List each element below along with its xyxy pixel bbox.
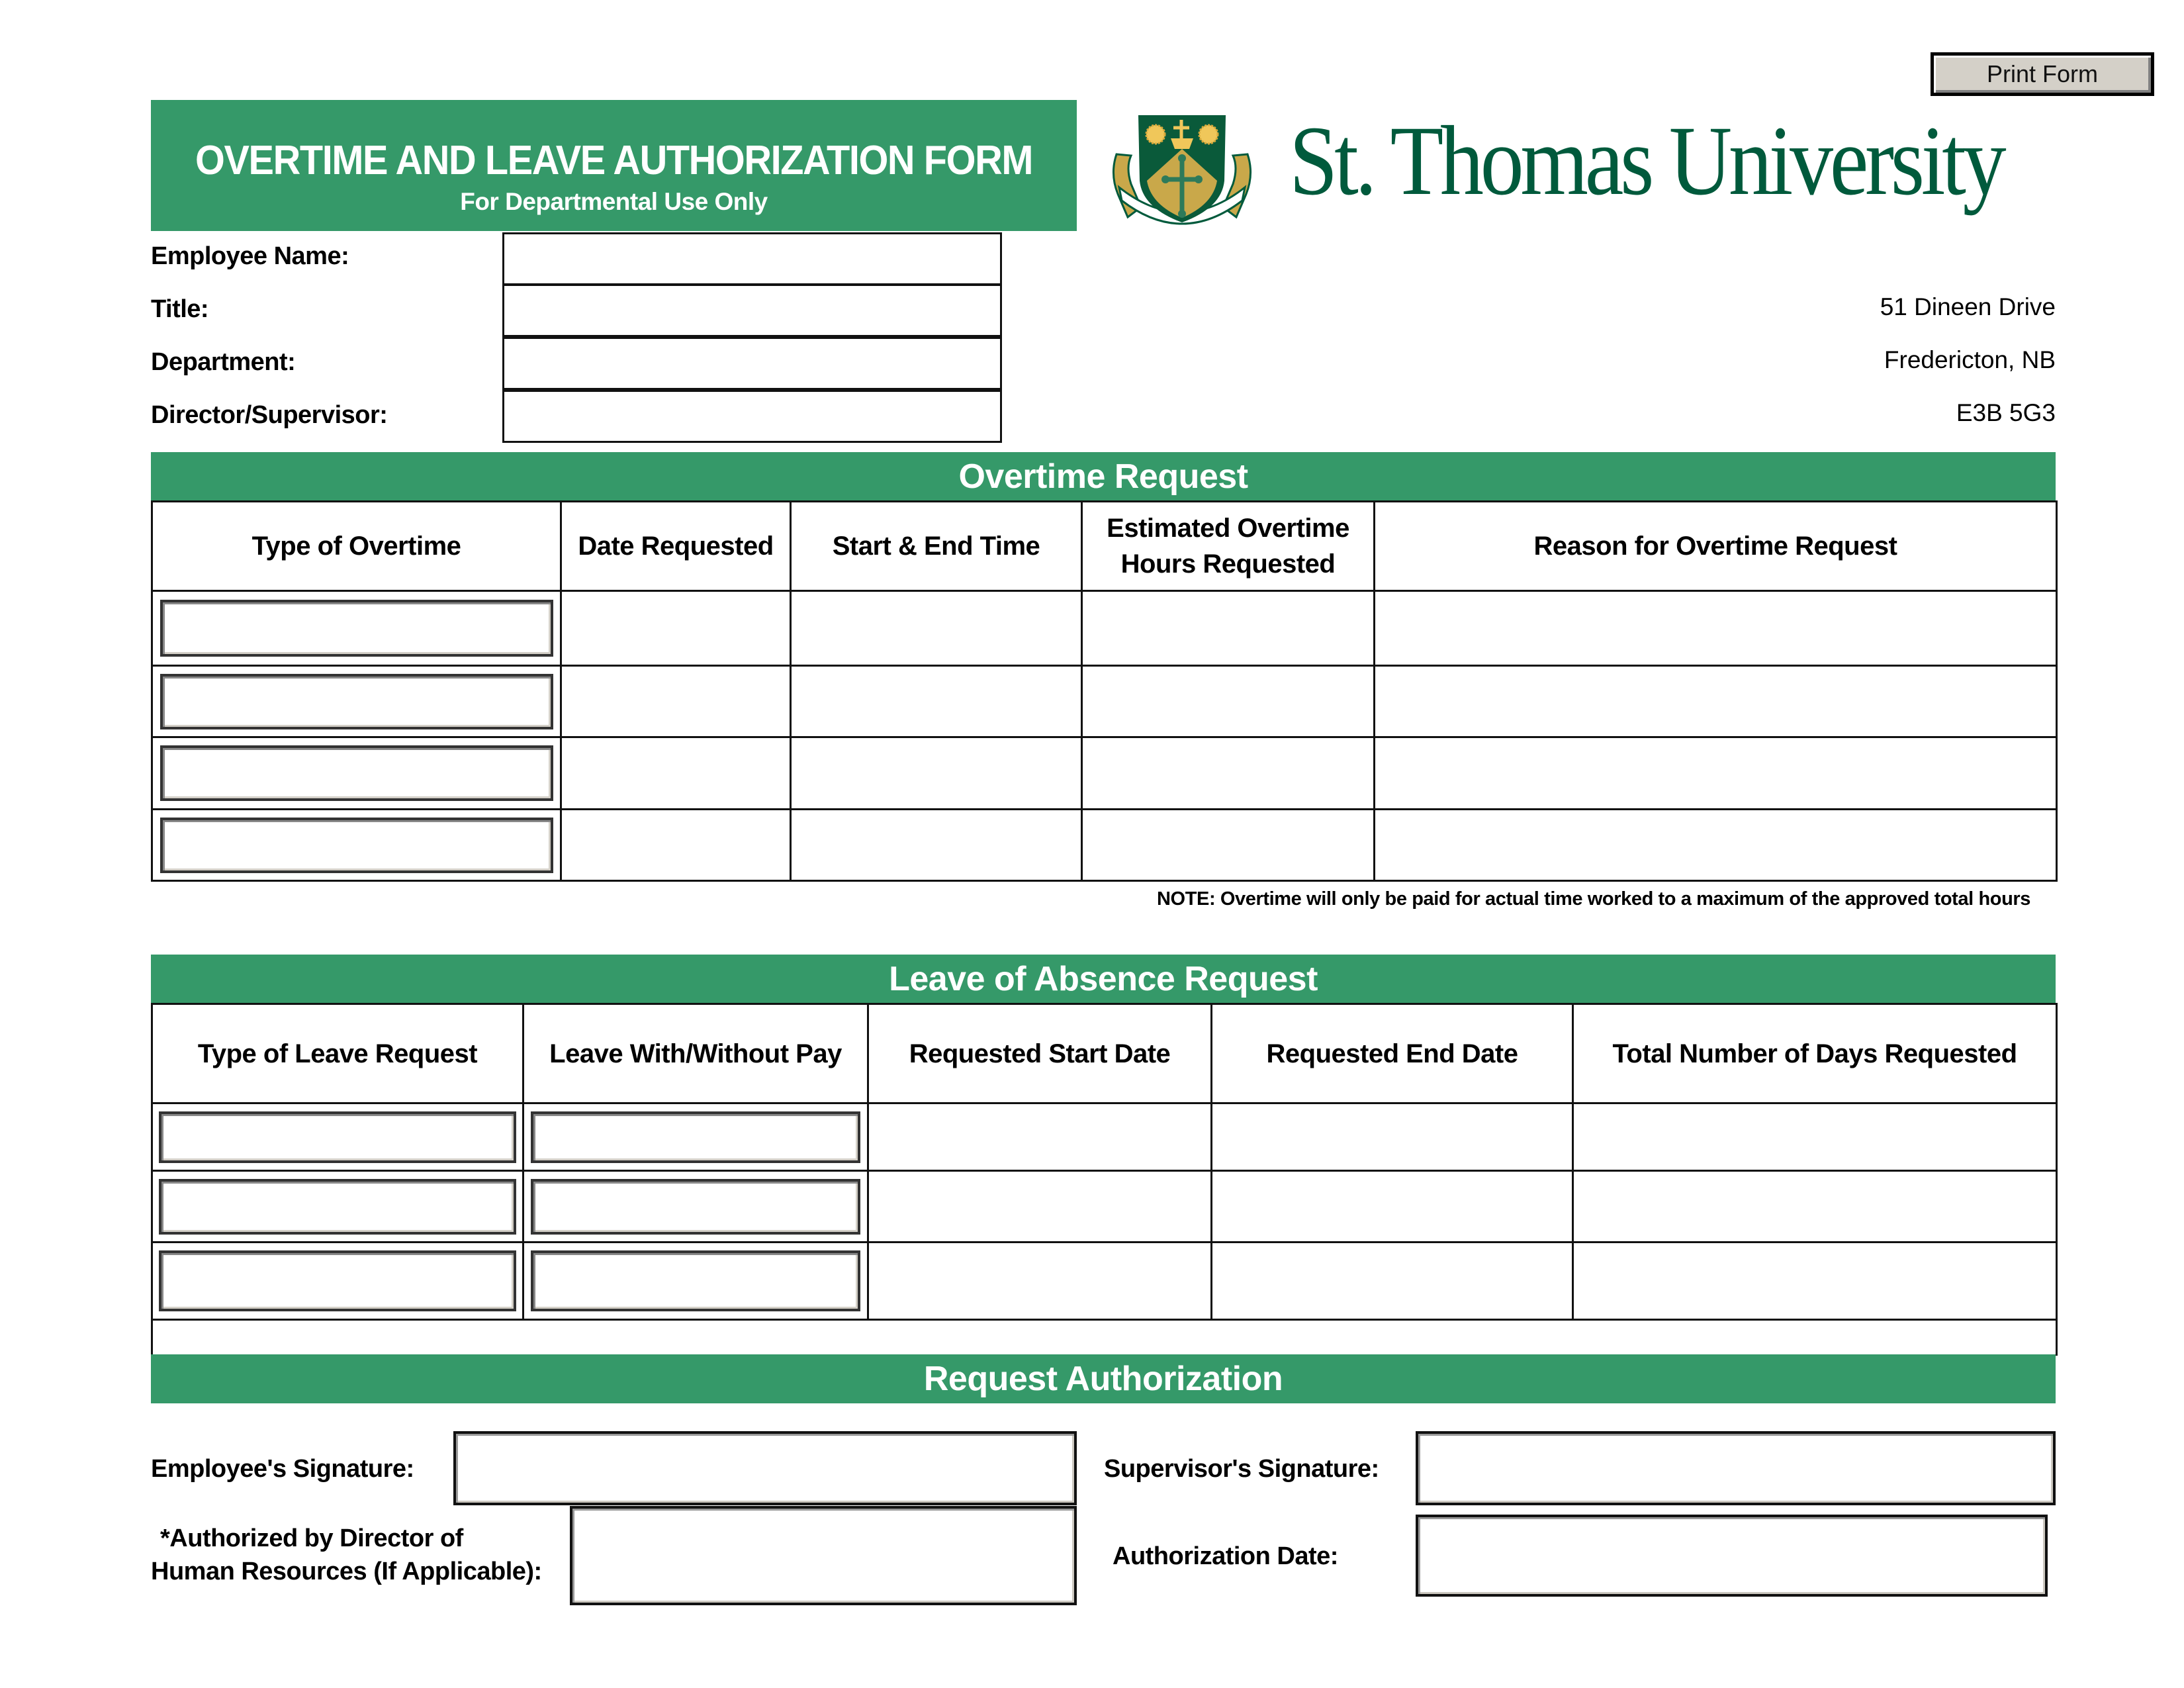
col-type-of-leave: Type of Leave Request <box>151 1003 524 1104</box>
col-start-end-time: Start & End Time <box>790 500 1083 592</box>
address-postal-code: E3B 5G3 <box>1956 399 2056 426</box>
col-date-requested: Date Requested <box>560 500 792 592</box>
col-start-date: Requested Start Date <box>867 1003 1212 1104</box>
employee-signature-label: Employee's Signature: <box>151 1455 414 1483</box>
supervisor-signature-field[interactable] <box>1416 1431 2056 1505</box>
start-date-cell[interactable] <box>867 1102 1212 1172</box>
overtime-type-select[interactable] <box>159 673 553 729</box>
department-field[interactable] <box>502 337 1002 390</box>
leave-spacer-row <box>151 1319 2058 1356</box>
leave-table: Type of Leave Request Leave With/Without… <box>151 1003 2058 1356</box>
table-row <box>151 665 2058 738</box>
address-city: Fredericton, NB <box>1884 346 2056 373</box>
date-requested-cell[interactable] <box>560 665 792 738</box>
table-row <box>151 1241 2058 1321</box>
date-requested-cell[interactable] <box>560 808 792 882</box>
hours-cell[interactable] <box>1081 590 1375 667</box>
department-label: Department: <box>151 348 296 376</box>
start-end-time-cell[interactable] <box>790 665 1083 738</box>
reason-cell[interactable] <box>1373 665 2058 738</box>
col-reason: Reason for Overtime Request <box>1373 500 2058 592</box>
hours-cell[interactable] <box>1081 736 1375 810</box>
director-supervisor-field[interactable] <box>502 390 1002 443</box>
overtime-section-header: Overtime Request <box>151 452 2056 501</box>
date-requested-cell[interactable] <box>560 736 792 810</box>
employee-name-field[interactable] <box>502 232 1002 285</box>
total-days-cell[interactable] <box>1572 1170 2058 1243</box>
hr-authorization-label-line2: Human Resources (If Applicable): <box>151 1558 542 1585</box>
leave-type-select[interactable] <box>159 1111 516 1163</box>
university-crest-icon <box>1105 101 1259 231</box>
col-end-date: Requested End Date <box>1210 1003 1574 1104</box>
leave-type-select[interactable] <box>159 1250 516 1311</box>
authorization-section-title: Request Authorization <box>923 1360 1283 1398</box>
authorization-date-label: Authorization Date: <box>1113 1542 1338 1570</box>
overtime-type-select[interactable] <box>159 817 553 873</box>
end-date-cell[interactable] <box>1210 1241 1574 1321</box>
start-end-time-cell[interactable] <box>790 590 1083 667</box>
table-row <box>151 590 2058 667</box>
address-street: 51 Dineen Drive <box>1880 293 2056 320</box>
start-end-time-cell[interactable] <box>790 808 1083 882</box>
start-date-cell[interactable] <box>867 1241 1212 1321</box>
leave-header-row: Type of Leave Request Leave With/Without… <box>151 1003 2058 1104</box>
hr-authorization-field[interactable] <box>570 1506 1077 1605</box>
hours-cell[interactable] <box>1081 808 1375 882</box>
table-row <box>151 1102 2058 1172</box>
total-days-cell[interactable] <box>1572 1102 2058 1172</box>
end-date-cell[interactable] <box>1210 1102 1574 1172</box>
table-row <box>151 736 2058 810</box>
overtime-type-select[interactable] <box>159 600 553 657</box>
leave-pay-select[interactable] <box>531 1250 860 1311</box>
overtime-type-select[interactable] <box>159 745 553 801</box>
print-form-button[interactable]: Print Form <box>1931 52 2154 96</box>
director-supervisor-label: Director/Supervisor: <box>151 401 388 429</box>
form-subtitle: For Departmental Use Only <box>460 188 768 215</box>
reason-cell[interactable] <box>1373 590 2058 667</box>
col-total-days: Total Number of Days Requested <box>1572 1003 2058 1104</box>
authorization-date-field[interactable] <box>1416 1515 2048 1597</box>
leave-section-title: Leave of Absence Request <box>889 960 1318 998</box>
form-title-banner: OVERTIME AND LEAVE AUTHORIZATION FORM Fo… <box>151 100 1077 231</box>
col-type-of-overtime: Type of Overtime <box>151 500 562 592</box>
leave-type-select[interactable] <box>159 1178 516 1235</box>
overtime-header-row: Type of Overtime Date Requested Start & … <box>151 500 2058 592</box>
table-row <box>151 1170 2058 1243</box>
title-field[interactable] <box>502 284 1002 337</box>
title-label: Title: <box>151 295 209 323</box>
overtime-table: Type of Overtime Date Requested Start & … <box>151 500 2058 882</box>
supervisor-signature-label: Supervisor's Signature: <box>1104 1455 1379 1483</box>
date-requested-cell[interactable] <box>560 590 792 667</box>
end-date-cell[interactable] <box>1210 1170 1574 1243</box>
hr-authorization-label-line1: *Authorized by Director of <box>160 1524 463 1552</box>
hours-cell[interactable] <box>1081 665 1375 738</box>
start-date-cell[interactable] <box>867 1170 1212 1243</box>
reason-cell[interactable] <box>1373 736 2058 810</box>
leave-pay-select[interactable] <box>531 1178 860 1235</box>
overtime-note: NOTE: Overtime will only be paid for act… <box>1157 888 2030 910</box>
authorization-section-header: Request Authorization <box>151 1354 2056 1403</box>
employee-signature-field[interactable] <box>453 1431 1077 1505</box>
table-row <box>151 808 2058 882</box>
reason-cell[interactable] <box>1373 808 2058 882</box>
leave-section-header: Leave of Absence Request <box>151 955 2056 1004</box>
col-estimated-hours: Estimated Overtime Hours Requested <box>1081 500 1375 592</box>
total-days-cell[interactable] <box>1572 1241 2058 1321</box>
overtime-section-title: Overtime Request <box>958 457 1248 496</box>
form-title: OVERTIME AND LEAVE AUTHORIZATION FORM <box>195 138 1033 183</box>
employee-name-label: Employee Name: <box>151 242 349 270</box>
col-leave-pay: Leave With/Without Pay <box>522 1003 869 1104</box>
university-name: St. Thomas University <box>1289 106 2007 216</box>
leave-pay-select[interactable] <box>531 1111 860 1163</box>
start-end-time-cell[interactable] <box>790 736 1083 810</box>
